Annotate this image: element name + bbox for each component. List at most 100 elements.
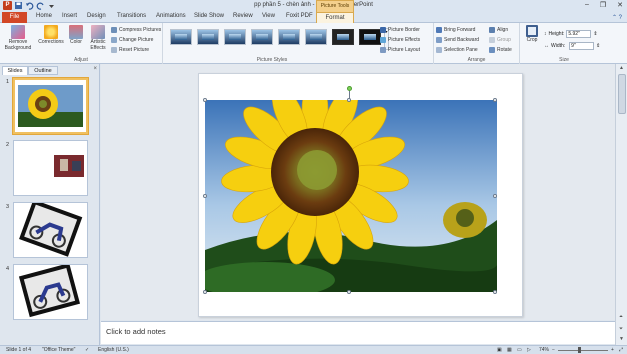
zoom-level[interactable]: 74% bbox=[539, 347, 549, 353]
tab-slides[interactable]: Slides bbox=[2, 66, 28, 75]
slide-thumbnail-1[interactable] bbox=[13, 78, 88, 134]
sunflower-picture[interactable] bbox=[205, 100, 497, 292]
width-spinner-icon[interactable]: ⇕ bbox=[596, 43, 600, 49]
slide-canvas[interactable] bbox=[198, 73, 523, 317]
scrollbar-thumb[interactable] bbox=[618, 74, 626, 114]
zoom-out-icon[interactable]: − bbox=[552, 347, 555, 353]
resize-handle-ne[interactable] bbox=[493, 98, 497, 102]
vertical-scrollbar[interactable]: ▲ ⏶ ⏷ ▼ bbox=[615, 64, 627, 345]
next-slide-icon[interactable]: ⏷ bbox=[619, 326, 623, 332]
tab-foxit-pdf[interactable]: Foxit PDF bbox=[286, 13, 313, 19]
color-icon bbox=[69, 25, 83, 39]
picture-effects-icon bbox=[380, 37, 386, 43]
resize-handle-sw[interactable] bbox=[203, 290, 207, 294]
size-group-label: Size bbox=[559, 57, 569, 63]
group-button[interactable]: Group bbox=[489, 37, 511, 43]
language-indicator[interactable]: English (U.S.) bbox=[98, 347, 129, 353]
panel-close-icon[interactable]: × bbox=[93, 66, 97, 72]
normal-view-icon[interactable]: ▣ bbox=[497, 347, 502, 353]
height-input[interactable]: 5.92" bbox=[566, 30, 592, 38]
compress-pictures-button[interactable]: Compress Pictures bbox=[111, 27, 161, 33]
slide-thumbnail-4[interactable] bbox=[13, 264, 88, 320]
sunflower-image bbox=[205, 100, 497, 292]
resize-handle-s[interactable] bbox=[347, 290, 351, 294]
slide-number: 1 bbox=[6, 79, 10, 85]
width-icon: ↔ bbox=[544, 43, 549, 49]
previous-slide-icon[interactable]: ⏶ bbox=[619, 314, 623, 320]
picture-layout-button[interactable]: Picture Layout bbox=[380, 47, 420, 53]
ribbon: Remove Background Corrections Color Arti… bbox=[0, 23, 627, 64]
picture-effects-button[interactable]: Picture Effects bbox=[380, 37, 420, 43]
motorbike-thumbnail-image bbox=[19, 203, 83, 257]
slide-thumbnail-3[interactable] bbox=[13, 202, 88, 258]
scroll-up-icon[interactable]: ▲ bbox=[619, 65, 624, 71]
send-backward-button[interactable]: Send Backward bbox=[436, 37, 479, 43]
slide-thumbnail-2[interactable] bbox=[13, 140, 88, 196]
change-picture-button[interactable]: Change Picture bbox=[111, 37, 153, 43]
artistic-effects-button[interactable]: Artistic Effects bbox=[87, 25, 109, 51]
motorbike-thumbnail-image bbox=[18, 265, 81, 318]
notes-pane[interactable]: Click to add notes bbox=[101, 321, 615, 344]
picture-style-4[interactable] bbox=[251, 29, 273, 45]
color-button[interactable]: Color bbox=[66, 25, 86, 46]
corrections-icon bbox=[44, 25, 58, 39]
picture-style-8[interactable] bbox=[359, 29, 381, 45]
picture-style-5[interactable] bbox=[278, 29, 300, 45]
picture-style-6[interactable] bbox=[305, 29, 327, 45]
align-button[interactable]: Align bbox=[489, 27, 508, 33]
selection-pane-button[interactable]: Selection Pane bbox=[436, 47, 478, 53]
restore-icon[interactable]: ❐ bbox=[600, 1, 606, 9]
slide-show-icon[interactable]: ▷ bbox=[527, 347, 531, 353]
fit-slide-icon[interactable]: ⤢ bbox=[619, 347, 623, 353]
height-control: ↕ Height: 5.92" ⇕ bbox=[544, 30, 598, 38]
resize-handle-w[interactable] bbox=[203, 194, 207, 198]
scroll-down-icon[interactable]: ▼ bbox=[619, 336, 624, 342]
compress-icon bbox=[111, 27, 117, 33]
tab-insert[interactable]: Insert bbox=[62, 13, 77, 19]
tab-animations[interactable]: Animations bbox=[156, 13, 186, 19]
zoom-slider-knob[interactable] bbox=[578, 347, 581, 353]
tab-file[interactable]: File bbox=[2, 12, 27, 23]
picture-tools-header: Picture Tools bbox=[316, 0, 354, 12]
align-icon bbox=[489, 27, 495, 33]
tab-transitions[interactable]: Transitions bbox=[117, 13, 146, 19]
width-input[interactable]: 9" bbox=[569, 42, 595, 50]
zoom-in-icon[interactable]: + bbox=[611, 347, 614, 353]
rotate-button[interactable]: Rotate bbox=[489, 47, 512, 53]
theme-name[interactable]: "Office Theme" bbox=[42, 347, 75, 353]
tab-view[interactable]: View bbox=[262, 13, 275, 19]
resize-handle-e[interactable] bbox=[493, 194, 497, 198]
slides-panel: Slides Outline × 1 2 3 4 bbox=[0, 64, 100, 345]
sunflower-thumbnail-image bbox=[15, 80, 86, 132]
picture-style-3[interactable] bbox=[224, 29, 246, 45]
remove-background-button[interactable]: Remove Background bbox=[3, 25, 33, 51]
resize-handle-se[interactable] bbox=[493, 290, 497, 294]
remove-background-icon bbox=[11, 25, 25, 39]
crop-button[interactable]: Crop bbox=[524, 25, 540, 44]
slide-edit-area bbox=[101, 64, 615, 320]
slide-number: 2 bbox=[6, 142, 10, 148]
resize-handle-nw[interactable] bbox=[203, 98, 207, 102]
zoom-slider-track[interactable] bbox=[558, 350, 608, 351]
height-spinner-icon[interactable]: ⇕ bbox=[593, 31, 597, 37]
picture-border-button[interactable]: Picture Border bbox=[380, 27, 420, 33]
reset-picture-button[interactable]: Reset Picture bbox=[111, 47, 149, 53]
picture-style-7[interactable] bbox=[332, 29, 354, 45]
slide-2-thumbnail-image bbox=[54, 155, 84, 177]
bring-forward-button[interactable]: Bring Forward bbox=[436, 27, 475, 33]
spelling-icon[interactable]: ✓ bbox=[85, 347, 89, 353]
tab-outline[interactable]: Outline bbox=[28, 66, 58, 75]
reading-view-icon[interactable]: ▭ bbox=[517, 347, 522, 353]
close-icon[interactable]: ✕ bbox=[617, 1, 623, 9]
tab-home[interactable]: Home bbox=[36, 13, 52, 19]
help-icon[interactable]: ⌃ ? bbox=[612, 14, 622, 21]
corrections-button[interactable]: Corrections bbox=[38, 25, 64, 46]
tab-design[interactable]: Design bbox=[87, 13, 106, 19]
tab-review[interactable]: Review bbox=[233, 13, 253, 19]
slide-sorter-icon[interactable]: ▦ bbox=[507, 347, 512, 353]
minimize-icon[interactable]: – bbox=[585, 1, 589, 9]
tab-slide-show[interactable]: Slide Show bbox=[194, 13, 224, 19]
picture-style-2[interactable] bbox=[197, 29, 219, 45]
picture-style-1[interactable] bbox=[170, 29, 192, 45]
group-icon bbox=[489, 37, 495, 43]
